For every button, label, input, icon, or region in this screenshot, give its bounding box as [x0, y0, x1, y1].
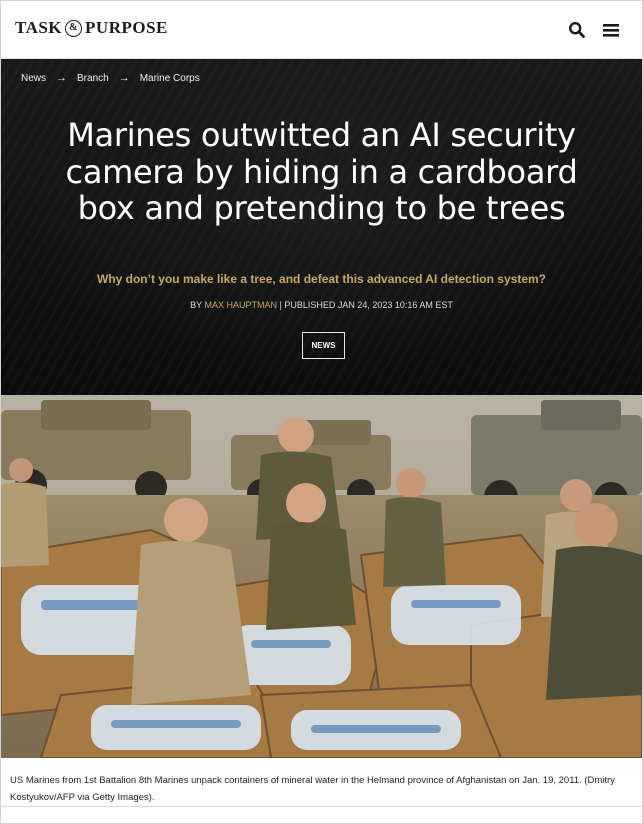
- hamburger-menu-icon: [603, 24, 619, 37]
- article-hero: News → Branch → Marine Corps Marines out…: [1, 59, 642, 395]
- byline-by-label: BY: [190, 300, 202, 310]
- logo-ampersand-badge: &: [65, 19, 83, 37]
- menu-button[interactable]: [602, 21, 620, 39]
- breadcrumb-branch[interactable]: Branch: [77, 73, 109, 84]
- site-header: TASK & PURPOSE: [1, 1, 642, 59]
- breadcrumb-marine-corps[interactable]: Marine Corps: [140, 73, 200, 84]
- article-headline: Marines outwitted an AI security camera …: [65, 116, 578, 227]
- breadcrumb-news[interactable]: News: [21, 73, 46, 84]
- article-byline: BY MAX HAUPTMAN | PUBLISHED JAN 24, 2023…: [21, 300, 622, 310]
- marines-photo-illustration: [1, 395, 642, 758]
- article-featured-image: [1, 395, 642, 758]
- publish-date: | PUBLISHED JAN 24, 2023 10:16 AM EST: [279, 300, 453, 310]
- category-tag-button[interactable]: NEWS: [302, 332, 345, 359]
- logo-word-purpose: PURPOSE: [85, 18, 168, 37]
- breadcrumb-arrow-icon: →: [118, 72, 130, 84]
- image-caption: US Marines from 1st Battalion 8th Marine…: [10, 775, 615, 803]
- search-button[interactable]: [568, 21, 586, 39]
- breadcrumb: News → Branch → Marine Corps: [21, 71, 200, 85]
- author-link[interactable]: MAX HAUPTMAN: [204, 300, 277, 310]
- divider: [1, 806, 642, 807]
- site-logo[interactable]: TASK & PURPOSE: [15, 17, 168, 39]
- article-subhead: Why don’t you make like a tree, and defe…: [96, 272, 546, 286]
- breadcrumb-arrow-icon: →: [56, 72, 68, 84]
- search-icon: [568, 21, 585, 38]
- logo-word-task: TASK: [15, 18, 63, 37]
